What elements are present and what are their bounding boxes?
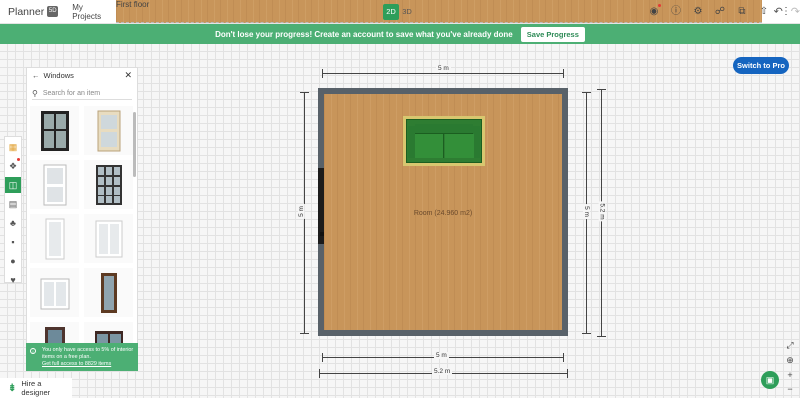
catalog-header: ← Windows ✕ [27,68,137,83]
window-tool-icon[interactable]: ◫ [5,177,21,193]
view-mode-toggle: 2D 3D [383,4,415,20]
sofa-arm-left [408,126,415,158]
dimension-tick [563,353,564,362]
chat-icon: ▣ [765,375,775,385]
sofa-arm-right [473,126,480,158]
zoom-out-icon[interactable]: − [782,381,798,397]
notification-dot [17,158,20,161]
toolbar-icons: ◉ ⓘ ⚙ ☍ ⧉ ⇧ ⋮ [646,4,794,20]
sofa[interactable] [403,116,485,166]
left-toolbar: ▦ ❖ ◫ ▤ ♣ ▪ ● ♥ [4,136,22,285]
catalog-item-window-1[interactable] [30,106,79,155]
logo-icon: 5D [47,6,59,17]
camera-icon[interactable]: ◉ [646,4,662,20]
expand-icon[interactable]: ⤢ [782,337,798,353]
sofa-body [406,119,482,163]
search-icon: ⚲ [32,88,38,98]
chat-button[interactable]: ▣ [761,371,779,389]
share-icon[interactable]: ☍ [712,4,728,20]
catalog-title: Windows [43,71,74,80]
catalog-icon[interactable]: ❖ [5,158,21,174]
catalog-scrollbar[interactable] [133,112,136,177]
sofa-cushion [415,134,444,158]
wall-tool-icon[interactable]: ▦ [5,139,21,155]
back-arrow-icon[interactable]: ← [32,71,40,80]
catalog-item-window-7[interactable] [30,268,79,317]
dimension-tick [563,69,564,78]
center-view-icon[interactable]: ⊕ [782,352,798,368]
catalog-panel: ← Windows ✕ ⚲ Search for an item [26,67,138,371]
close-icon[interactable]: ✕ [124,70,132,81]
top-dimension-label: 5 m [436,65,451,72]
catalog-item-window-3[interactable] [30,160,79,209]
left-dimension-label: 5 m [297,204,305,219]
free-plan-notice: i You only have access to 5% of interior… [26,343,138,371]
switch-to-pro-button[interactable]: Switch to Pro [733,57,789,74]
dimension-tick [300,333,309,334]
top-dimension-line [322,73,564,74]
right-inner-dimension-label: 5 m [582,204,590,219]
dimension-tick [322,69,323,78]
dimension-tick [319,369,320,378]
export-icon[interactable]: ⇧ [756,4,772,20]
hire-label: Hire a designer [21,379,51,397]
save-progress-banner: Don't lose your progress! Create an acco… [0,24,800,44]
favorites-icon[interactable]: ♥ [5,272,21,288]
banner-message: Don't lose your progress! Create an acco… [215,29,513,39]
catalog-item-window-2[interactable] [84,106,133,155]
dimension-tick [567,369,568,378]
wall-material-icon[interactable]: ▪ [5,234,21,250]
catalog-search[interactable]: ⚲ Search for an item [32,87,132,100]
mode-3d-button[interactable]: 3D [399,4,415,20]
hire-designer-button[interactable]: ⇟ Hire a designer [0,378,72,398]
dimension-tick [582,92,591,93]
room-label: Room (24.960 m2) [413,210,473,217]
save-progress-button[interactable]: Save Progress [520,26,585,42]
sofa-back [415,124,473,134]
notice-text: You only have access to 5% of interior i… [42,347,134,360]
door-handle [320,232,324,236]
settings-icon[interactable]: ⚙ [690,4,706,20]
app-logo[interactable]: Planner 5D [8,5,59,18]
logo-text: Planner [8,5,45,18]
sofa-cushion [445,134,474,158]
catalog-item-window-4[interactable] [84,160,133,209]
dimension-tick [582,333,591,334]
bottom-outer-dimension-label: 5.2 m [432,368,453,375]
dimension-tick [597,336,606,337]
bottom-inner-dimension-label: 5 m [434,352,449,359]
catalog-item-window-5[interactable] [30,214,79,263]
notification-dot [658,4,661,7]
catalog-item-window-8[interactable] [84,268,133,317]
layers-icon[interactable]: ⧉ [734,4,750,20]
more-icon[interactable]: ⋮ [778,4,794,20]
right-outer-dimension-label: 5.2 m [598,201,606,222]
plant-icon[interactable]: ♣ [5,215,21,231]
dimension-tick [300,92,309,93]
info-icon[interactable]: ⓘ [668,4,684,20]
search-input[interactable]: Search for an item [43,90,100,97]
dimension-tick [322,353,323,362]
catalog-grid [30,106,137,370]
dimension-tick [597,89,606,90]
designer-icon: ⇟ [8,382,17,394]
mode-2d-button[interactable]: 2D [383,4,399,20]
decor-icon[interactable]: ● [5,253,21,269]
info-icon: i [30,348,36,354]
full-access-link[interactable]: Get full access to 8829 items [42,361,134,368]
my-projects-link[interactable]: My Projects [72,3,106,21]
catalog-item-window-6[interactable] [84,214,133,263]
furniture-icon[interactable]: ▤ [5,196,21,212]
